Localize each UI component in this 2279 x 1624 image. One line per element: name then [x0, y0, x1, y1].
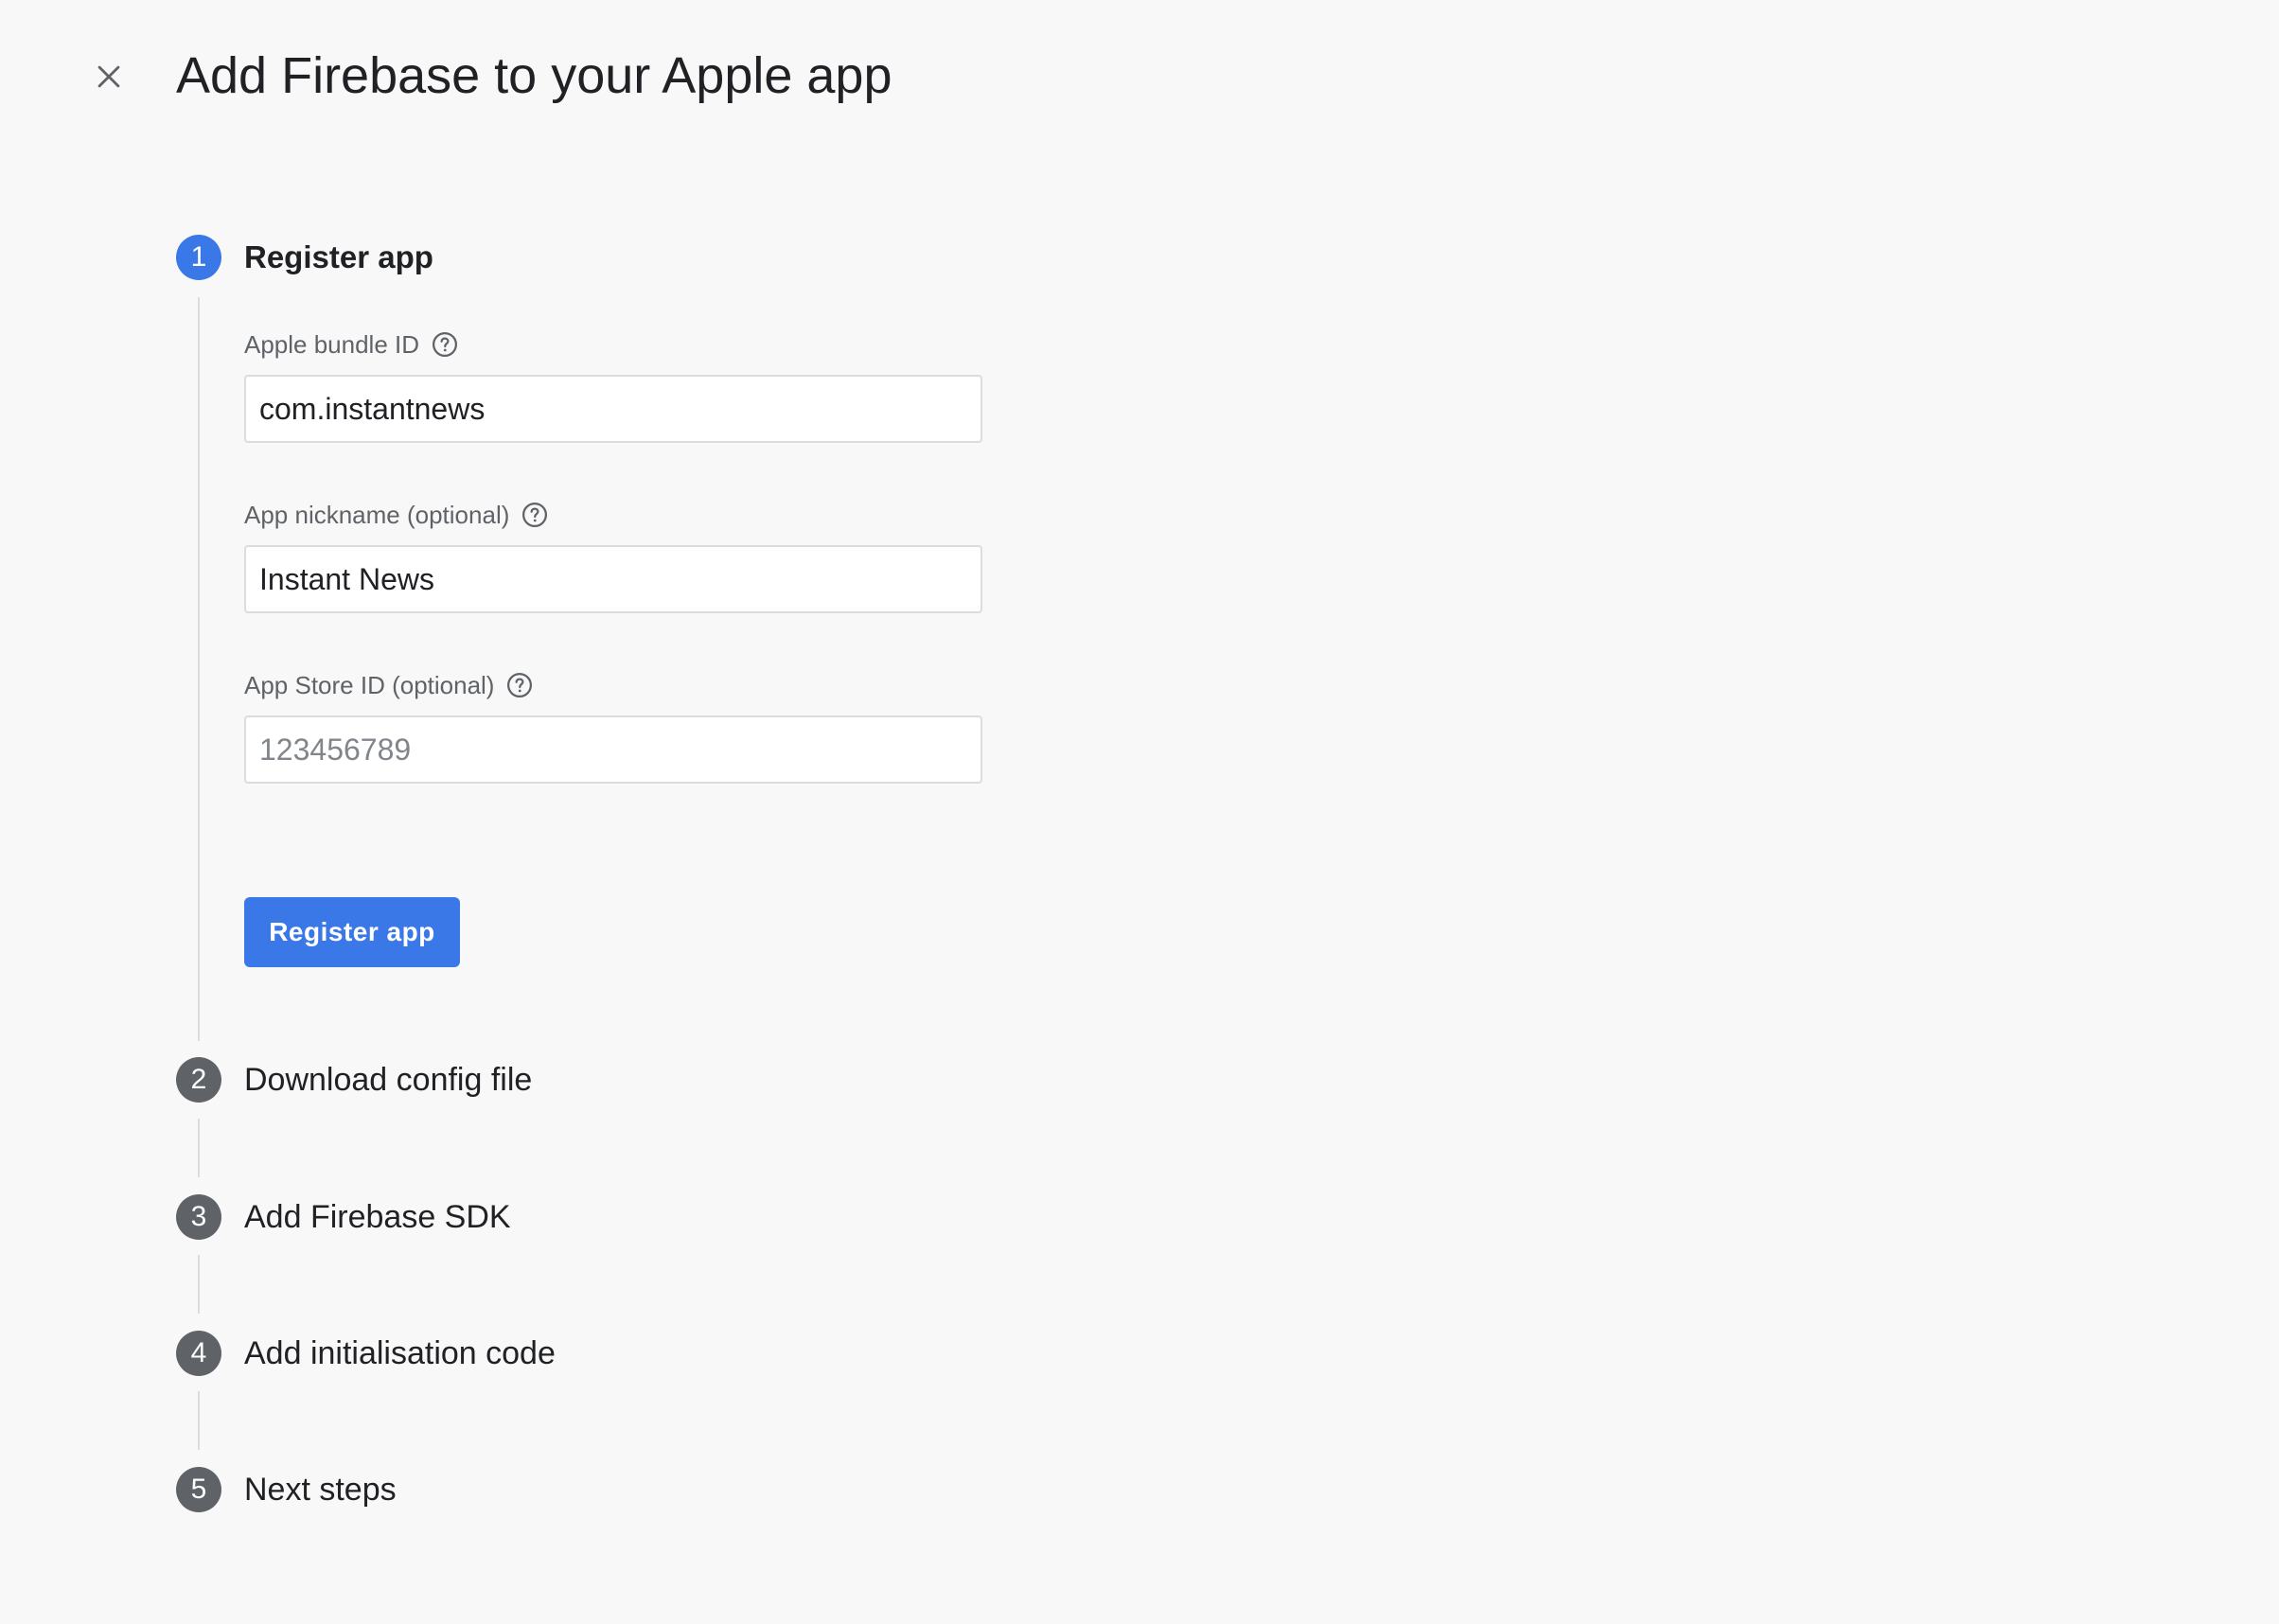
step-1-title: Register app — [244, 239, 433, 274]
step-connector — [198, 1119, 200, 1177]
step-3-title[interactable]: Add Firebase SDK — [244, 1194, 511, 1240]
step-2-number: 2 — [176, 1057, 221, 1103]
step-4-title[interactable]: Add initialisation code — [244, 1331, 556, 1376]
step-4-number: 4 — [176, 1331, 221, 1376]
close-icon — [97, 65, 120, 88]
step-3-number: 3 — [176, 1194, 221, 1240]
help-icon[interactable] — [521, 501, 549, 529]
step-connector — [198, 1391, 200, 1450]
nickname-field-label: App nickname (optional) — [244, 498, 549, 532]
app-store-id-label-text: App Store ID (optional) — [244, 671, 495, 699]
nickname-label-text: App nickname (optional) — [244, 501, 510, 529]
step-1-number: 1 — [176, 235, 221, 280]
help-icon[interactable] — [505, 671, 534, 699]
step-connector — [198, 297, 200, 1041]
page-title: Add Firebase to your Apple app — [176, 47, 892, 104]
app-store-id-field-label: App Store ID (optional) — [244, 668, 534, 702]
help-icon[interactable] — [431, 330, 459, 359]
register-app-button[interactable]: Register app — [244, 897, 460, 967]
step-connector — [198, 1255, 200, 1314]
app-store-id-input[interactable] — [244, 715, 982, 784]
close-button[interactable] — [83, 51, 134, 102]
step-5-title[interactable]: Next steps — [244, 1467, 397, 1512]
bundle-id-input[interactable] — [244, 375, 982, 443]
bundle-id-label-text: Apple bundle ID — [244, 330, 420, 359]
step-5-number: 5 — [176, 1467, 221, 1512]
bundle-id-field-label: Apple bundle ID — [244, 327, 459, 362]
step-2-title[interactable]: Download config file — [244, 1057, 532, 1103]
nickname-input[interactable] — [244, 545, 982, 613]
